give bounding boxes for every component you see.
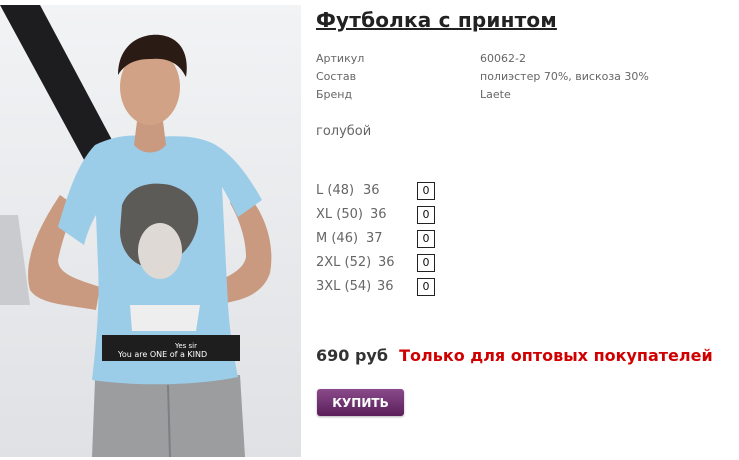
product-specs: Артикул 60062-2 Состав полиэстер 70%, ви… (316, 52, 736, 106)
product-color: голубой (316, 124, 372, 139)
size-stock: 37 (366, 231, 383, 246)
size-stock: 36 (377, 279, 394, 294)
spec-label: Состав (316, 70, 357, 83)
quantity-input[interactable] (417, 206, 435, 224)
size-stock: 36 (363, 183, 380, 198)
quantity-input[interactable] (417, 278, 435, 296)
product-photo[interactable]: Yes sir You are ONE of a KIND (0, 5, 301, 457)
spec-label: Артикул (316, 52, 365, 65)
wholesale-note: Только для оптовых покупателей (399, 346, 713, 365)
size-label: L (48) (316, 183, 355, 198)
size-label: M (46) (316, 231, 359, 246)
product-title[interactable]: Футболка с принтом (316, 8, 557, 32)
print-text-1: Yes sir (174, 342, 197, 350)
spec-row-article: Артикул 60062-2 (316, 52, 736, 70)
size-stock: 36 (378, 255, 395, 270)
size-label: XL (50) (316, 207, 363, 222)
spec-row-brand: Бренд Laete (316, 88, 736, 106)
spec-value: Laete (480, 88, 511, 101)
spec-value: 60062-2 (480, 52, 526, 65)
price-line: 690 руб Только для оптовых покупателей (316, 346, 713, 365)
buy-button[interactable]: КУПИТЬ (317, 389, 404, 416)
model-illustration: Yes sir You are ONE of a KIND (0, 5, 301, 457)
spec-label: Бренд (316, 88, 353, 101)
size-label: 3XL (54) (316, 279, 372, 294)
spec-row-composition: Состав полиэстер 70%, вискоза 30% (316, 70, 736, 88)
size-stock: 36 (370, 207, 387, 222)
quantity-input[interactable] (417, 254, 435, 272)
price: 690 руб (316, 346, 389, 365)
spec-value: полиэстер 70%, вискоза 30% (480, 70, 649, 83)
quantity-input[interactable] (417, 230, 435, 248)
quantity-input[interactable] (417, 182, 435, 200)
print-text-2: You are ONE of a KIND (117, 350, 207, 359)
size-label: 2XL (52) (316, 255, 372, 270)
